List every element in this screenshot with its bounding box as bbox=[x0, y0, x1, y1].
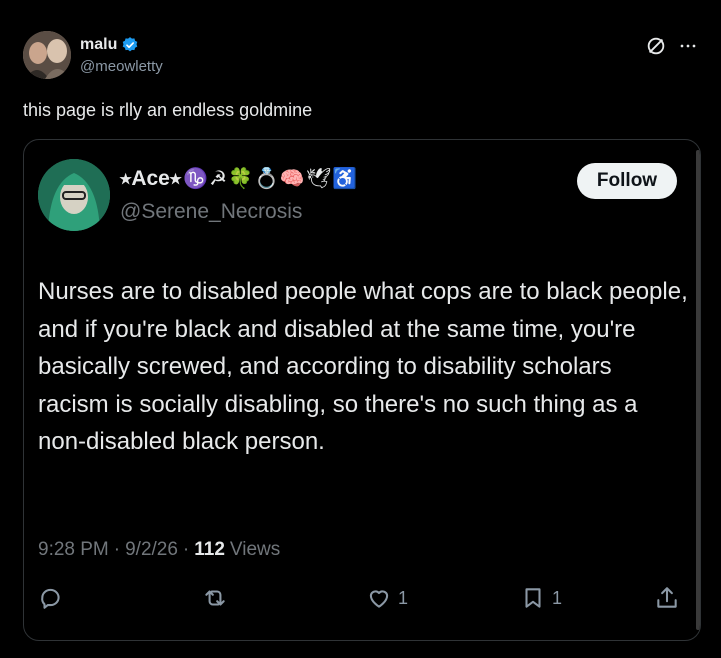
bookmark-button[interactable]: 1 bbox=[520, 585, 562, 611]
author-name-row: malu bbox=[80, 36, 139, 54]
views-count: 112 bbox=[194, 539, 225, 560]
share-button[interactable] bbox=[654, 585, 680, 611]
reply-button[interactable] bbox=[38, 585, 64, 611]
repost-button[interactable] bbox=[202, 585, 228, 611]
like-count: 1 bbox=[398, 587, 409, 608]
verified-icon bbox=[121, 36, 139, 54]
meta-separator: · bbox=[113, 539, 121, 560]
grok-icon[interactable] bbox=[645, 35, 667, 57]
author-name[interactable]: malu bbox=[80, 36, 117, 54]
tweet-time[interactable]: 9:28 PM bbox=[38, 539, 109, 561]
views-label: Views bbox=[229, 539, 281, 560]
bookmark-icon bbox=[520, 585, 546, 611]
author-handle[interactable]: @meowletty bbox=[80, 58, 163, 75]
quoted-author-handle[interactable]: @Serene_Necrosis bbox=[120, 200, 302, 224]
quoted-tweet-text: Nurses are to disabled people what cops … bbox=[38, 278, 688, 455]
scrollbar[interactable] bbox=[696, 150, 700, 630]
quoted-name-emojis: ♑☭🍀💍🧠🕊♿ bbox=[183, 168, 359, 190]
quoted-avatar[interactable] bbox=[38, 159, 110, 231]
tweet-actions: 1 1 bbox=[38, 585, 688, 625]
quoted-tweet-card[interactable]: ⭒Ace⭒ ♑☭🍀💍🧠🕊♿ @Serene_Necrosis Follow Nu… bbox=[23, 139, 701, 641]
like-button[interactable]: 1 bbox=[366, 585, 408, 611]
bookmark-count: 1 bbox=[552, 587, 563, 608]
heart-icon bbox=[366, 585, 392, 611]
tweet-meta: 9:28 PM · 9/2/26 · 112 Views bbox=[38, 539, 280, 561]
quoted-name-row: ⭒Ace⭒ ♑☭🍀💍🧠🕊♿ bbox=[120, 166, 358, 191]
more-icon[interactable] bbox=[679, 37, 697, 55]
share-icon bbox=[654, 585, 680, 611]
reply-icon bbox=[38, 585, 64, 611]
repost-icon bbox=[202, 585, 228, 611]
follow-button[interactable]: Follow bbox=[577, 163, 677, 199]
avatar[interactable] bbox=[23, 31, 71, 79]
quoted-author-name[interactable]: ⭒Ace⭒ bbox=[120, 167, 181, 191]
meta-separator: · bbox=[182, 539, 190, 560]
tweet-date[interactable]: 9/2/26 bbox=[125, 539, 178, 561]
tweet-text: this page is rlly an endless goldmine bbox=[23, 100, 313, 120]
tweet-header-actions bbox=[645, 35, 697, 57]
